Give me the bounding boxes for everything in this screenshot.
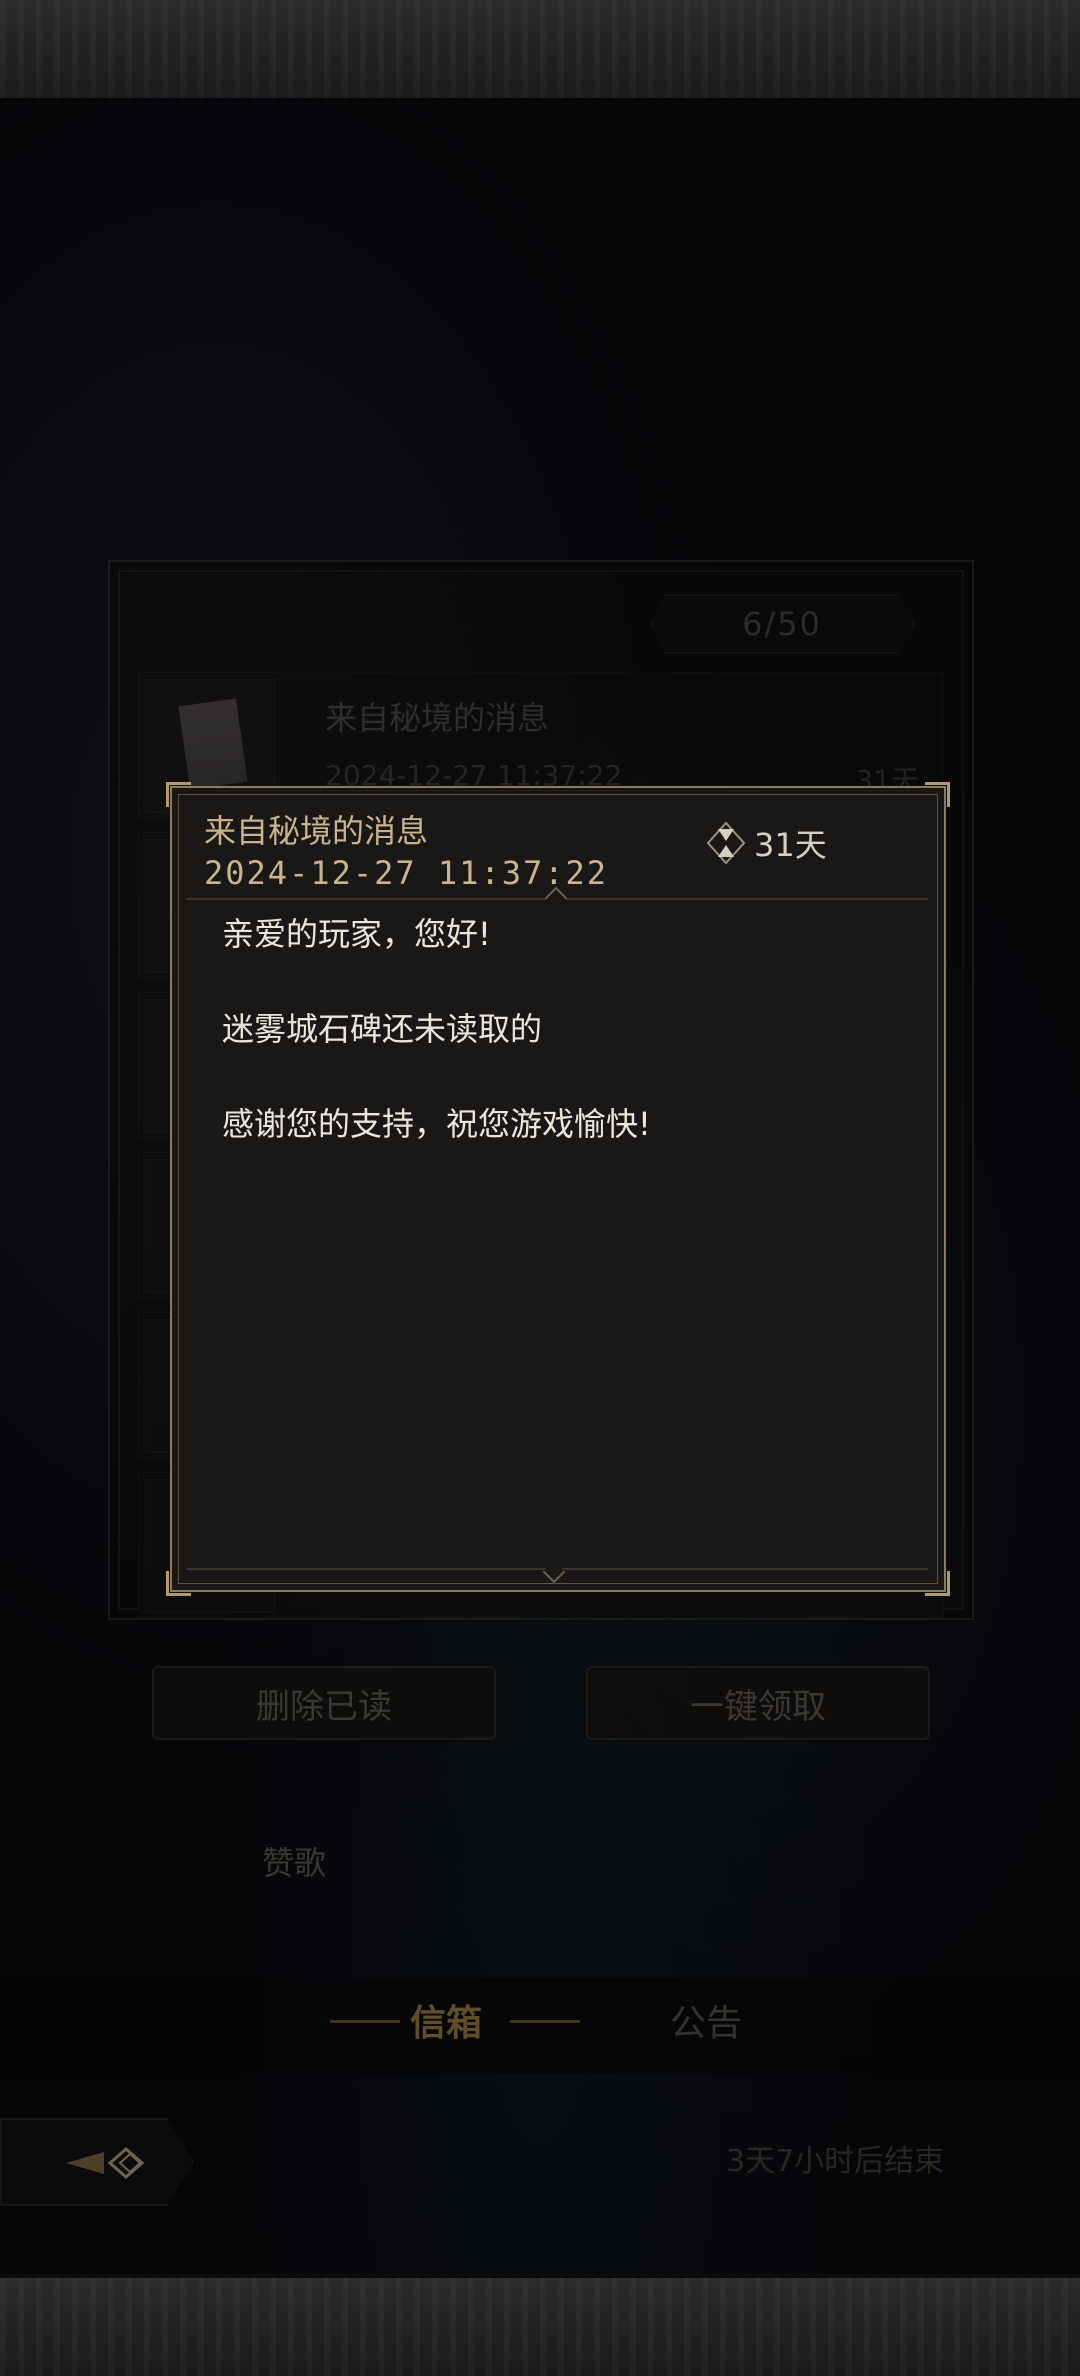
frame-corner (166, 1571, 191, 1596)
expire-days: 31天 (754, 826, 827, 864)
mail-expire: 31天 (706, 820, 827, 866)
mail-body-line: 感谢您的支持，祝您游戏愉快! (222, 1105, 651, 1143)
mail-detail-dialog: 来自秘境的消息 2024-12-27 11:37:22 31天 亲爱的玩家，您好… (166, 782, 950, 1596)
frame-corner (925, 1571, 950, 1596)
mail-body: 亲爱的玩家，您好! 迷雾城石碑还未读取的 感谢您的支持，祝您游戏愉快! (222, 910, 902, 1148)
divider-ornament (542, 1560, 566, 1584)
mail-body-line: 迷雾城石碑还未读取的 (222, 1010, 543, 1048)
mail-title: 来自秘境的消息 (204, 812, 429, 850)
top-frame-bar (0, 0, 1080, 102)
mail-date: 2024-12-27 11:37:22 (204, 854, 609, 892)
frame-corner (925, 782, 950, 807)
hourglass-icon (706, 821, 746, 865)
mail-body-line: 亲爱的玩家，您好! (222, 915, 491, 953)
bottom-frame-bar (0, 2274, 1080, 2376)
frame-corner (166, 782, 191, 807)
